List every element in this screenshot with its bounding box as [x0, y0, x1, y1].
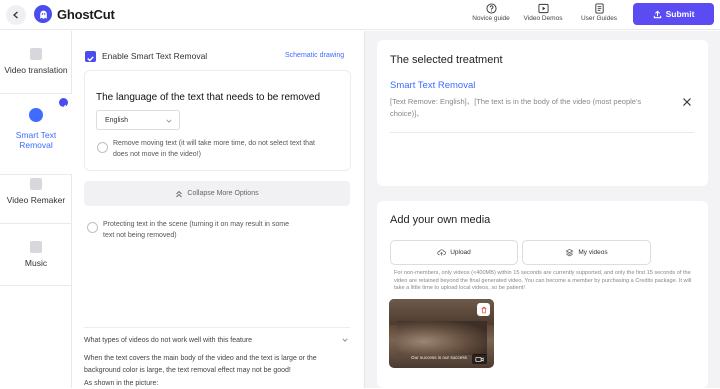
video-camera-icon [475, 356, 484, 362]
language-value: English [105, 117, 128, 124]
top-bar: GhostCut Novice guide Video Demos User G… [0, 0, 720, 30]
divider [0, 285, 72, 286]
my-videos-button[interactable]: My videos [522, 240, 651, 265]
layers-icon [565, 248, 574, 257]
back-button[interactable] [6, 5, 26, 25]
remake-icon [30, 178, 42, 190]
divider [84, 327, 350, 328]
language-options-panel: The language of the text that needs to b… [84, 70, 351, 171]
eraser-icon [29, 108, 43, 122]
sidebar-item-video-translation[interactable]: Video translation [0, 31, 72, 93]
sidebar-item-label: Video Remaker [6, 195, 66, 205]
thumbnail-caption: Our success is our success [411, 355, 467, 360]
nav-label: Video Demos [523, 15, 563, 22]
media-heading: Add your own media [390, 214, 491, 226]
upload-button[interactable]: Upload [390, 240, 518, 265]
settings-panel: Enable Smart Text Removal Schematic draw… [73, 31, 363, 388]
sidebar-item-music[interactable]: Music [0, 224, 72, 286]
add-media-card: Add your own media Upload My videos For … [377, 201, 708, 388]
book-icon [594, 3, 604, 14]
collapse-more-options-button[interactable]: Collapse More Options [84, 181, 350, 206]
music-icon [30, 241, 42, 253]
faq-title[interactable]: What types of videos do not work well wi… [84, 335, 252, 346]
delete-video-button[interactable] [477, 303, 490, 316]
nav-video-demos[interactable]: Video Demos [522, 3, 564, 27]
divider [390, 132, 694, 133]
sidebar-item-label: Music [24, 258, 48, 268]
treatment-description: [Text Remove: English]、[The text is in t… [390, 97, 642, 118]
faq-example: As shown in the picture: [84, 380, 159, 387]
enable-checkbox[interactable] [85, 51, 96, 62]
play-icon [537, 3, 549, 14]
protect-text-checkbox[interactable] [87, 222, 98, 233]
member-notice: For non-members, only videos (<400MB) wi… [394, 270, 692, 292]
ghostcut-logo [34, 5, 52, 23]
trash-icon [481, 306, 486, 313]
language-heading: The language of the text that needs to b… [96, 92, 321, 103]
thumbnail-crowd [397, 321, 487, 355]
language-select[interactable]: English [96, 110, 180, 130]
submit-button[interactable]: Submit [633, 3, 714, 25]
remove-moving-text-label: Remove moving text (it will take more ti… [113, 140, 315, 158]
question-icon [485, 3, 497, 14]
treatment-title: Smart Text Removal [390, 80, 476, 91]
chevron-down-icon [166, 119, 172, 123]
brand-name: GhostCut [57, 7, 115, 22]
chevrons-up-icon [176, 190, 183, 197]
video-badge [472, 354, 487, 364]
sidebar-item-smart-text-removal[interactable]: Smart Text Removal [0, 94, 72, 174]
close-icon[interactable] [682, 97, 692, 107]
upload-label: Upload [450, 249, 471, 256]
sidebar-item-label: Smart Text Removal [15, 130, 57, 150]
nav-novice-guide[interactable]: Novice guide [470, 3, 512, 27]
sidebar: Video translation Smart Text Removal Vid… [0, 31, 72, 388]
submit-label: Submit [665, 9, 695, 19]
nav-user-guides[interactable]: User Guides [578, 3, 620, 27]
faq-body: When the text covers the main body of th… [84, 355, 317, 374]
cloud-upload-icon [437, 249, 447, 256]
protect-text-label: Protecting text in the scene (turning it… [103, 221, 289, 239]
video-thumbnail[interactable]: Our success is our success [389, 299, 494, 368]
selected-treatment-card: The selected treatment Smart Text Remova… [377, 40, 708, 186]
my-videos-label: My videos [578, 249, 608, 256]
selected-heading: The selected treatment [390, 54, 503, 66]
collapse-label: Collapse More Options [187, 190, 259, 197]
schematic-drawing-link[interactable]: Schematic drawing [285, 50, 344, 61]
right-panel: The selected treatment Smart Text Remova… [365, 31, 720, 388]
ghost-icon [39, 10, 47, 19]
back-arrow-icon [13, 11, 18, 19]
nav-label: User Guides [580, 15, 618, 22]
selected-check-icon [59, 98, 68, 109]
translate-icon [30, 48, 42, 60]
upload-icon [653, 10, 661, 18]
remove-moving-text-checkbox[interactable] [97, 142, 108, 153]
nav-label: Novice guide [472, 15, 510, 22]
sidebar-item-label: Video translation [4, 65, 68, 75]
enable-label: Enable Smart Text Removal [102, 51, 208, 61]
chevron-down-icon[interactable] [342, 337, 348, 343]
